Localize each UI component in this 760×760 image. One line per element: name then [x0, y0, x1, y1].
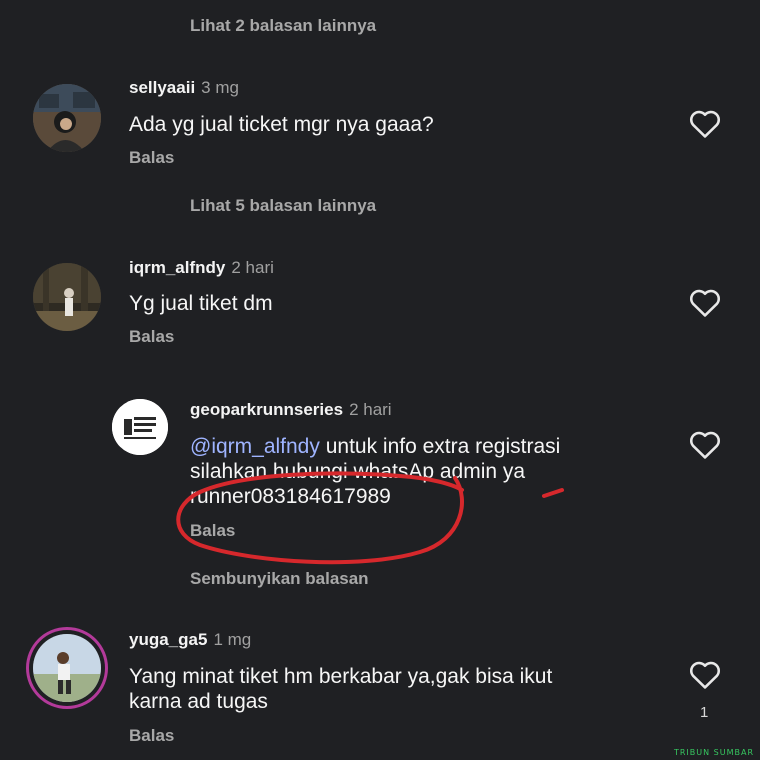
- view-more-replies-link[interactable]: Lihat 2 balasan lainnya: [190, 16, 376, 36]
- reply-button[interactable]: Balas: [129, 327, 174, 347]
- comment-text: Yg jual tiket dm: [129, 292, 273, 315]
- avatar-iqrm-alfndy[interactable]: [33, 263, 101, 331]
- username[interactable]: sellyaaii: [129, 78, 195, 97]
- avatar-geoparkrunnseries[interactable]: [112, 399, 168, 455]
- comment-time: 2 hari: [231, 258, 274, 277]
- reply-button[interactable]: Balas: [129, 148, 174, 168]
- reply-button[interactable]: Balas: [190, 521, 235, 541]
- avatar-yuga-ga5[interactable]: [33, 634, 101, 702]
- heart-outline-icon[interactable]: [688, 428, 722, 460]
- reply-text-line: @iqrm_alfndy untuk info extra registrasi: [190, 434, 560, 459]
- reply-button[interactable]: Balas: [129, 726, 174, 746]
- username[interactable]: yuga_ga5: [129, 630, 207, 649]
- comment-time: 3 mg: [201, 78, 239, 97]
- username[interactable]: iqrm_alfndy: [129, 258, 225, 277]
- reply-meta: geoparkrunnseries 2 hari: [190, 400, 392, 420]
- username[interactable]: geoparkrunnseries: [190, 400, 343, 419]
- heart-outline-icon[interactable]: [688, 107, 722, 139]
- comment-text: Yang minat tiket hm berkabar ya,gak bisa…: [129, 665, 553, 688]
- comment-time: 1 mg: [213, 630, 252, 649]
- reply-time: 2 hari: [349, 400, 392, 419]
- comment-text: Ada yg jual ticket mgr nya gaaa?: [129, 113, 434, 136]
- reply-text-line: silahkan hubungi whatsAp admin ya: [190, 460, 526, 483]
- comment-meta: iqrm_alfndy 2 hari: [129, 258, 274, 278]
- mention-link[interactable]: @iqrm_alfndy: [190, 435, 320, 458]
- reply-text-line: runner083184617989: [190, 485, 391, 508]
- heart-outline-icon[interactable]: [688, 286, 722, 318]
- heart-outline-icon[interactable]: [688, 658, 722, 690]
- hide-replies-link[interactable]: Sembunyikan balasan: [190, 569, 369, 589]
- view-more-replies-link[interactable]: Lihat 5 balasan lainnya: [190, 196, 376, 216]
- like-count: 1: [700, 704, 709, 721]
- comment-meta: sellyaaii 3 mg: [129, 78, 239, 98]
- comment-text: karna ad tugas: [129, 690, 268, 713]
- watermark: TRIBUN SUMBAR: [673, 748, 754, 757]
- comment-meta: yuga_ga5 1 mg: [129, 630, 251, 650]
- avatar-sellyaaii[interactable]: [33, 84, 101, 152]
- reply-text: untuk info extra registrasi: [319, 435, 561, 458]
